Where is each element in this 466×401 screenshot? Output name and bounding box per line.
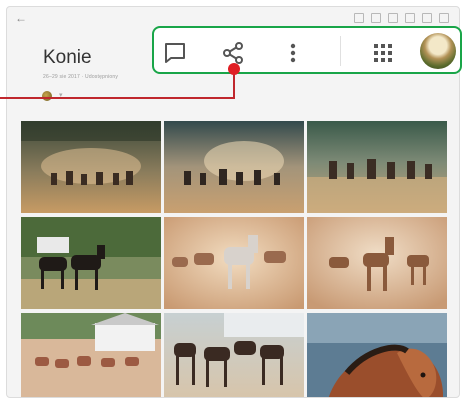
toolbar-highlight [152, 26, 462, 74]
photo-horses-dark-herd [164, 313, 304, 397]
more-small-icon[interactable] [405, 13, 415, 23]
comment-button[interactable] [160, 38, 190, 68]
photo-tile[interactable] [164, 313, 304, 397]
photo-tile[interactable] [21, 313, 161, 397]
toolbar-divider [340, 36, 341, 66]
photo-horses-paddock-running [307, 121, 447, 213]
add-photo-icon[interactable] [354, 13, 364, 23]
share-icon [223, 42, 243, 64]
photo-tile[interactable] [21, 217, 161, 309]
photo-tile[interactable] [307, 217, 447, 309]
comment-icon [165, 43, 185, 63]
photo-horses-herd-backlit [164, 121, 304, 213]
photo-tile[interactable] [164, 121, 304, 213]
share-small-icon[interactable] [388, 13, 398, 23]
owner-avatar[interactable] [42, 91, 52, 101]
more-vert-icon [290, 43, 296, 63]
photo-horses-dust-chestnut [307, 217, 447, 309]
account-avatar[interactable] [420, 33, 456, 69]
photo-tile[interactable] [21, 121, 161, 213]
more-options-button[interactable] [278, 38, 308, 68]
comment-small-icon[interactable] [371, 13, 381, 23]
pointer-dot [228, 63, 240, 75]
album-meta: 26–29 sie 2017 · Udostępniony [43, 74, 119, 80]
photo-horse-portrait-chestnut [307, 313, 447, 397]
photo-tile[interactable] [164, 217, 304, 309]
apps-small-icon[interactable] [422, 13, 432, 23]
photo-horses-stable-building [21, 313, 161, 397]
photo-tile[interactable] [307, 121, 447, 213]
top-bar-icons [354, 13, 449, 23]
apps-grid-icon [374, 44, 392, 62]
account-small-icon[interactable] [439, 13, 449, 23]
photo-grid [21, 121, 459, 397]
photo-two-dark-horses [21, 217, 161, 309]
back-arrow-icon[interactable]: ← [15, 11, 27, 25]
apps-button[interactable] [368, 38, 398, 68]
album-title: Konie [43, 47, 92, 68]
photo-horses-forest-trail [21, 121, 161, 213]
photo-tile[interactable] [307, 313, 447, 397]
pointer-line-horizontal [0, 97, 235, 99]
photo-horses-dust-grey [164, 217, 304, 309]
